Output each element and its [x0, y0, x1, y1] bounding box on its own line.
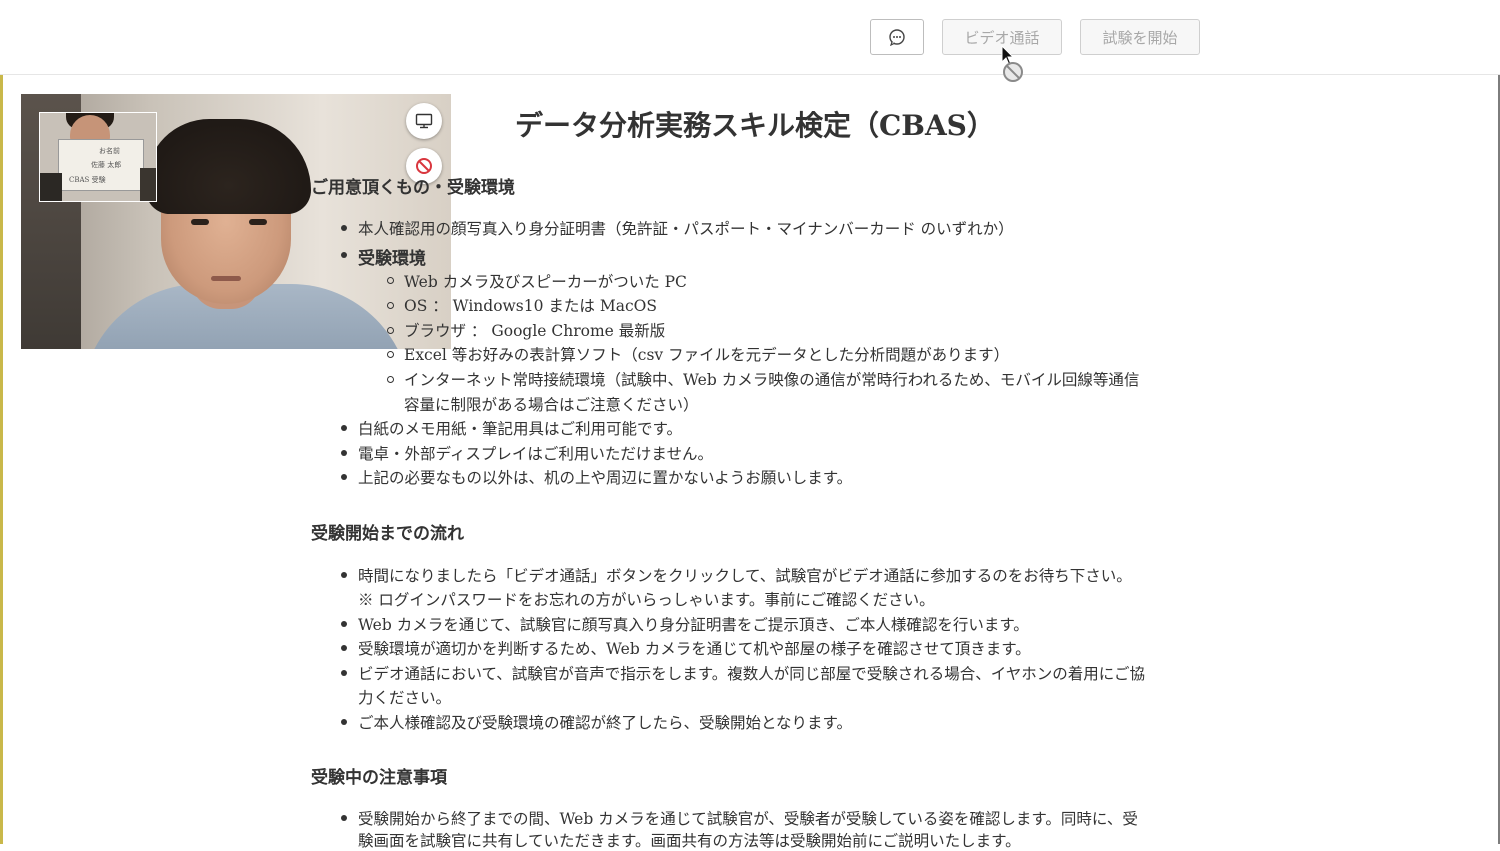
- section-heading-requirements: ご用意頂くもの・受験環境: [311, 178, 515, 198]
- list-bullet: [341, 621, 347, 627]
- list-item-continued: 験画面を試験官に共有していただきます。画面共有の方法等は受験開始前にご説明いたし…: [358, 832, 1021, 850]
- sub-bullet: [387, 327, 394, 334]
- env-item: インターネット常時接続環境（試験中、Web カメラ映像の通信が常時行われるため、…: [404, 371, 1140, 389]
- env-item-continued: 容量に制限がある場合はご注意ください）: [404, 396, 699, 414]
- page-title: データ分析実務スキル検定（CBAS）: [515, 109, 995, 142]
- list-bullet: [341, 719, 347, 725]
- list-item: 白紙のメモ用紙・筆記用具はご利用可能です。: [358, 420, 682, 438]
- list-bullet: [341, 474, 347, 480]
- not-allowed-cursor-icon: [1001, 44, 1023, 82]
- section-heading-flow: 受験開始までの流れ: [311, 524, 464, 544]
- list-item: Web カメラを通じて、試験官に顔写真入り身分証明書をご提示頂き、ご本人様確認を…: [358, 616, 1029, 634]
- self-view-video[interactable]: お名前 佐藤 太郎 CBAS 受験: [39, 112, 157, 202]
- list-item: 受験環境が適切かを判断するため、Web カメラを通じて机や部屋の様子を確認させて…: [358, 640, 1031, 658]
- env-item: Excel 等お好みの表計算ソフト（csv ファイルを元データとした分析問題があ…: [404, 346, 1010, 364]
- sub-bullet: [387, 277, 394, 284]
- list-bullet: [341, 572, 347, 578]
- sub-bullet: [387, 376, 394, 383]
- section-heading-notes: 受験中の注意事項: [311, 768, 447, 788]
- list-item: 本人確認用の顔写真入り身分証明書（免許証・パスポート・マイナンバーカード のいず…: [358, 220, 1014, 238]
- start-exam-button[interactable]: 試験を開始: [1080, 19, 1200, 55]
- id-card-text: CBAS 受験: [69, 176, 106, 184]
- list-item: ご本人様確認及び受験環境の確認が終了したら、受験開始となります。: [358, 714, 852, 732]
- sub-bullet: [387, 302, 394, 309]
- chat-button[interactable]: [870, 19, 924, 55]
- env-item: OS ： Windows10 または MacOS: [404, 297, 657, 315]
- list-item: 上記の必要なもの以外は、机の上や周辺に置かないようお願いします。: [358, 469, 853, 487]
- id-card-text: お名前: [99, 147, 120, 155]
- list-bullet: [341, 252, 347, 258]
- list-item: 電卓・外部ディスプレイはご利用いただけません。: [358, 445, 713, 463]
- sub-bullet: [387, 351, 394, 358]
- chat-bubble-icon: [889, 29, 905, 46]
- list-item-continued: ※ ログインパスワードをお忘れの方がいらっしゃいます。事前にご確認ください。: [358, 591, 935, 609]
- list-bullet: [341, 425, 347, 431]
- env-item: ブラウザ ： Google Chrome 最新版: [404, 322, 666, 340]
- list-item: ビデオ通話において、試験官が音声で指示をします。複数人が同じ部屋で受験される場合…: [358, 665, 1145, 683]
- id-card-text: 佐藤 太郎: [91, 161, 122, 169]
- list-item: 時間になりましたら「ビデオ通話」ボタンをクリックして、試験官がビデオ通話に参加す…: [358, 567, 1132, 585]
- list-item-continued: 力ください。: [358, 689, 452, 707]
- monitor-icon: [415, 113, 433, 129]
- env-item: Web カメラ及びスピーカーがついた PC: [404, 273, 687, 291]
- list-item: 受験開始から終了までの間、Web カメラを通じて試験官が、受験者が受験している姿…: [358, 810, 1138, 828]
- list-bullet: [341, 670, 347, 676]
- list-bullet: [341, 225, 347, 231]
- id-card: お名前 佐藤 太郎 CBAS 受験: [58, 139, 144, 191]
- env-heading: 受験環境: [358, 249, 426, 269]
- list-bullet: [341, 450, 347, 456]
- screen-share-button[interactable]: [406, 103, 442, 139]
- list-bullet: [341, 645, 347, 651]
- list-bullet: [341, 815, 347, 821]
- top-toolbar: ビデオ通話 試験を開始: [0, 0, 1500, 75]
